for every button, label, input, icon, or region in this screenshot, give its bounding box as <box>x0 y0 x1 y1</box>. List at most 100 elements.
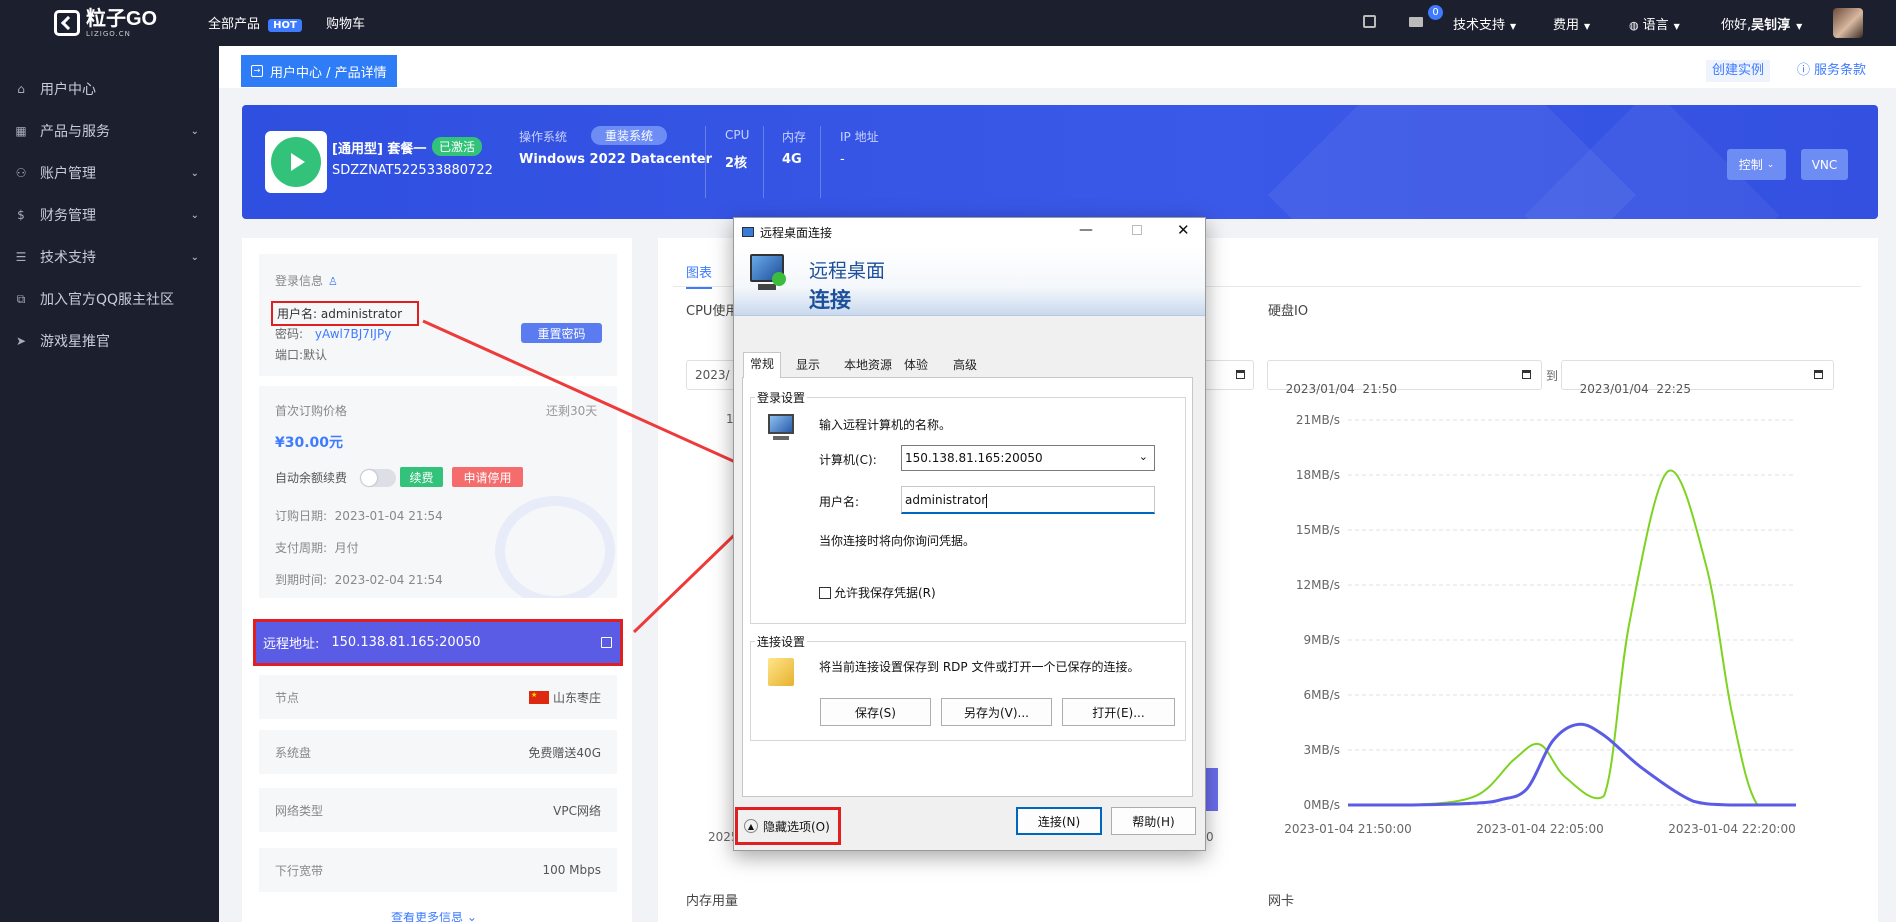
avatar[interactable] <box>1833 8 1863 38</box>
send-icon: ➤ <box>15 334 27 348</box>
date-range-to: 到 <box>1546 369 1559 383</box>
allow-save-checkbox[interactable]: 允许我保存凭据(R) <box>819 584 936 601</box>
chevron-down-icon: ⌄ <box>190 251 199 263</box>
computer-combobox[interactable]: 150.138.81.165:20050 ⌄ <box>901 445 1155 471</box>
first-price-label: 首次订购价格 <box>275 404 348 418</box>
menu-language[interactable]: ◍ 语言 ▼ <box>1629 14 1680 33</box>
y-tick-label: 6MB/s <box>1303 688 1340 702</box>
save-button[interactable]: 保存(S) <box>820 698 931 726</box>
more-info-link[interactable]: 查看更多信息 ⌄ <box>391 912 477 922</box>
mail-icon[interactable] <box>1409 17 1423 27</box>
rdp-header-line1: 远程桌面 <box>809 260 886 282</box>
mem-chart-title: 内存用量 <box>686 894 739 909</box>
sidebar: ⌂ 用户中心 ▦ 产品与服务 ⌄ ⚇ 账户管理 ⌄ $ 财务管理 ⌄ ☰ 技术支持 ⌄ ⧉ 加入官方… <box>0 46 219 922</box>
y-tick-label: 9MB/s <box>1303 633 1340 647</box>
help-button[interactable]: 帮助(H) <box>1111 807 1196 835</box>
dollar-icon: $ <box>17 208 25 222</box>
tab-display[interactable]: 显示 <box>790 354 826 376</box>
calendar-icon <box>1814 370 1823 379</box>
terms-link[interactable]: ⓘ 服务条款 <box>1797 60 1866 82</box>
minimize-button[interactable]: — <box>1079 222 1093 238</box>
menu-fees[interactable]: 费用 ▼ <box>1553 14 1590 33</box>
product-banner <box>242 105 1878 219</box>
renew-button[interactable]: 续费 <box>400 467 443 487</box>
grid-icon: ▦ <box>15 124 27 138</box>
remaining-days: 还剩30天 <box>546 404 598 418</box>
cpu-label: CPU <box>725 128 750 142</box>
caret-down-icon: ▼ <box>1510 22 1517 31</box>
breadcrumb-bar <box>219 46 1896 88</box>
tab-chart[interactable]: 图表 <box>686 262 713 289</box>
password-row: 密码: yAwl7BJ7IJPy <box>275 327 392 341</box>
detail-row: 下行宽带 100 Mbps <box>259 848 617 892</box>
reinstall-button[interactable]: 重装系统 <box>591 126 668 145</box>
close-button[interactable]: ✕ <box>1177 221 1190 239</box>
menu-tech-support[interactable]: 技术支持 ▼ <box>1453 14 1516 33</box>
share-icon: ⧉ <box>16 291 26 306</box>
open-button[interactable]: 打开(E)... <box>1062 698 1175 726</box>
china-flag-icon: ★ <box>528 690 549 704</box>
user-menu[interactable]: 你好,吴钊淳 ▼ <box>1721 14 1802 33</box>
rdp-header: 远程桌面 连接 <box>734 246 1205 316</box>
credential-note: 当你连接时将向你询问凭据。 <box>819 534 976 548</box>
remote-address-bar[interactable]: 远程地址: 150.138.81.165:20050 <box>253 619 623 666</box>
tab-experience[interactable]: 体验 <box>898 354 934 376</box>
back-icon[interactable]: → <box>251 65 263 77</box>
copy-icon[interactable] <box>601 637 612 648</box>
reset-password-button[interactable]: 重置密码 <box>521 323 602 343</box>
username-input[interactable]: administrator <box>901 486 1155 514</box>
os-value: Windows 2022 Datacenter <box>519 152 713 167</box>
disk-date-from-input[interactable]: 2023/01/04 21:50 <box>1267 360 1542 396</box>
y-tick-label: 0MB/s <box>1303 798 1340 812</box>
sidebar-item-user-center[interactable]: ⌂ 用户中心 <box>0 68 219 110</box>
detail-row: 系统盘 免费赠送40G <box>259 730 617 774</box>
disk-date-to-input[interactable]: 2023/01/04 22:25 <box>1561 360 1834 396</box>
sidebar-item-tech-support[interactable]: ☰ 技术支持 ⌄ <box>0 236 219 278</box>
conn-note: 将当前连接设置保存到 RDP 文件或打开一个已保存的连接。 <box>819 660 1140 674</box>
nav-cart[interactable]: 购物车 <box>326 13 365 32</box>
connect-button[interactable]: 连接(N) <box>1016 807 1102 835</box>
person-icon: ♙ <box>328 275 338 288</box>
password-value[interactable]: yAwl7BJ7IJPy <box>315 327 391 341</box>
cpu-chart-title: CPU使用 <box>686 304 739 319</box>
connection-settings-label: 连接设置 <box>755 633 808 650</box>
username-row: 用户名: administrator <box>271 301 419 326</box>
series-line <box>1348 722 1796 807</box>
nav-all-products[interactable]: 全部产品 HOT <box>208 13 302 32</box>
ip-label: IP 地址 <box>840 130 879 144</box>
tab-local-resources[interactable]: 本地资源 <box>838 354 898 376</box>
save-as-button[interactable]: 另存为(V)... <box>941 698 1052 726</box>
computer-icon <box>768 414 794 434</box>
user-icon: ⚇ <box>15 166 27 180</box>
hide-options-button[interactable]: ▲ 隐藏选项(O) <box>735 807 841 845</box>
logo[interactable]: 粒子GO LIZIGO.CN <box>54 8 157 38</box>
green-arrow-icon <box>772 272 786 286</box>
tab-general[interactable]: 常规 <box>743 352 782 378</box>
doc-icon: ☰ <box>15 250 27 264</box>
info-icon: ⓘ <box>1797 63 1811 78</box>
sidebar-item-products[interactable]: ▦ 产品与服务 ⌄ <box>0 110 219 152</box>
logo-subtext: LIZIGO.CN <box>86 30 131 38</box>
disk-chart-title: 硬盘IO <box>1268 304 1309 319</box>
sidebar-item-qq-community[interactable]: ⧉ 加入官方QQ服主社区 <box>0 278 219 320</box>
sidebar-item-account[interactable]: ⚇ 账户管理 ⌄ <box>0 152 219 194</box>
rdp-header-line2: 连接 <box>809 288 851 312</box>
remote-address-value: 150.138.81.165:20050 <box>331 635 481 650</box>
x-tick-label: 2023-01-04 22:05:00 <box>1476 822 1603 836</box>
auto-renew-label: 自动余额续费 <box>275 471 348 485</box>
series-line <box>1348 469 1796 806</box>
sidebar-item-game-promoter[interactable]: ➤ 游戏星推官 <box>0 320 219 362</box>
sidebar-item-finance[interactable]: $ 财务管理 ⌄ <box>0 194 219 236</box>
create-instance-link[interactable]: 创建实例 <box>1706 60 1771 82</box>
checkbox-box[interactable] <box>819 586 831 599</box>
vnc-button[interactable]: VNC <box>1801 149 1848 180</box>
detail-row: 网络类型 VPC网络 <box>259 788 617 832</box>
date-to-input-mid[interactable] <box>1200 360 1254 390</box>
chevron-down-icon[interactable]: ⌄ <box>1139 450 1148 463</box>
text-cursor <box>986 493 988 508</box>
request-stop-button[interactable]: 申请停用 <box>452 467 523 487</box>
tab-advanced[interactable]: 高级 <box>947 354 983 376</box>
control-dropdown-button[interactable]: 控制 ⌄ <box>1727 149 1786 180</box>
copy-icon[interactable] <box>1363 15 1376 28</box>
auto-renew-toggle[interactable] <box>360 469 396 487</box>
